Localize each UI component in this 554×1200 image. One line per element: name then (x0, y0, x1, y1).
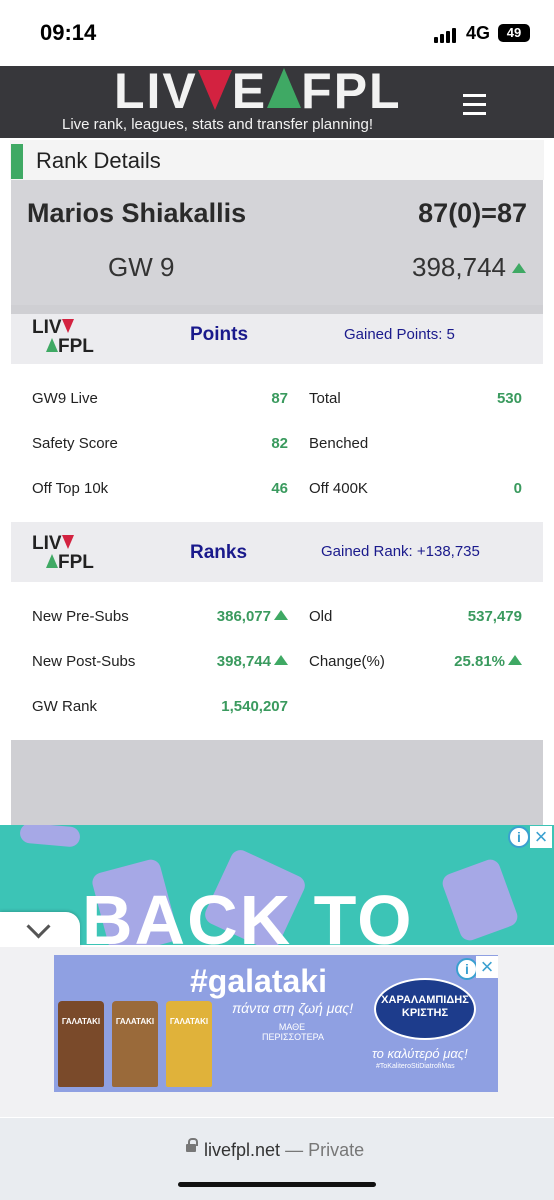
logo-green-triangle-icon (267, 68, 302, 108)
mini-logo-red-icon (61, 535, 74, 549)
up-arrow-icon (274, 655, 288, 665)
product-carton (112, 1001, 158, 1087)
stat-label: Off 400K (309, 480, 368, 497)
stat-value: 530 (496, 390, 522, 407)
ad-tag: #ToKaliteroStiDiatrofiMas (376, 1063, 455, 1070)
stat-value-text: 398,744 (216, 653, 271, 670)
stat-value-text: 386,077 (216, 608, 271, 625)
site-logo[interactable]: LIV E FPL (114, 66, 402, 116)
ad-info-icon[interactable]: i (508, 826, 530, 848)
url-text[interactable]: livefpl.net — Private (204, 1140, 364, 1161)
mini-logo: LIV FPL (32, 534, 94, 572)
manager-name: Marios Shiakallis (27, 198, 247, 228)
stat-value-text: 25.81% (454, 653, 505, 670)
ranks-card-title: Ranks (190, 542, 248, 563)
overall-rank: 398,744 (412, 252, 506, 282)
mini-logo-bottom: FPL (58, 336, 94, 357)
carton-label: ΓΑΛΑΤΑΚΙ (61, 1017, 101, 1026)
mini-logo-green-icon (46, 338, 58, 352)
stat-label: Safety Score (32, 435, 118, 452)
carton-label: ΓΑΛΑΤΑΚΙ (169, 1017, 209, 1026)
ad-brand-logo: ΧΑΡΑΛΑΜΠΙΔΗΣ ΚΡΙΣΤΗΣ (374, 978, 476, 1040)
gained-points: Gained Points: 5 (344, 326, 455, 343)
logo-text-e: E (231, 63, 268, 119)
signal-icon (434, 25, 458, 43)
carton-label: ΓΑΛΑΤΑΚΙ (115, 1017, 155, 1026)
gained-rank: Gained Rank: +138,735 (321, 543, 480, 560)
stat-label: Old (309, 608, 333, 625)
ad-learn-more[interactable]: ΜΑΘΕ ΠΕΡΙΣΣΟΤΕΡΑ (262, 1022, 324, 1042)
ad-close-icon[interactable]: × (476, 956, 498, 978)
mini-logo: LIV FPL (32, 318, 94, 356)
stat-label: Total (309, 390, 341, 407)
url-domain: livefpl.net (204, 1140, 281, 1160)
rank-up-arrow-icon (512, 263, 526, 273)
site-tagline: Live rank, leagues, stats and transfer p… (62, 116, 374, 133)
product-carton (166, 1001, 212, 1087)
mini-logo-bottom: FPL (58, 552, 94, 573)
stat-value: 87 (271, 390, 288, 407)
score-formula: 87(0)=87 (418, 198, 527, 228)
ad-subtitle: πάντα στη ζωή μας! (232, 1000, 354, 1016)
stat-value: 1,540,207 (221, 698, 288, 715)
ad-shape (19, 825, 81, 848)
mini-logo-green-icon (46, 554, 58, 568)
lock-icon (186, 1144, 196, 1152)
mini-logo-top: LIV (32, 317, 62, 338)
stat-label: New Pre-Subs (32, 608, 129, 625)
stat-label: New Post-Subs (32, 653, 136, 670)
network-type: 4G (466, 23, 491, 43)
stat-value: 537,479 (467, 608, 522, 625)
ad-info-icon[interactable]: i (456, 958, 478, 980)
logo-red-triangle-icon (197, 70, 232, 110)
status-time: 09:14 (40, 20, 97, 45)
battery-icon: 49 (498, 24, 530, 42)
ad-hashtag: #galataki (190, 963, 327, 999)
stat-value: 82 (271, 435, 288, 452)
ad-close-icon[interactable]: × (530, 826, 552, 848)
product-carton (58, 1001, 104, 1087)
logo-text-right: FPL (301, 63, 402, 119)
stat-value: 25.81% (400, 653, 522, 670)
url-separator: — (285, 1140, 304, 1160)
ad-slogan: το καλύτερό μας! (372, 1046, 468, 1061)
stat-value: 0 (513, 480, 522, 497)
section-accent-bar (11, 144, 23, 179)
home-indicator[interactable] (178, 1182, 376, 1187)
stat-label: Off Top 10k (32, 480, 109, 497)
stat-label: GW Rank (32, 698, 98, 715)
ad-shape (439, 856, 521, 944)
browsing-mode: Private (308, 1140, 365, 1160)
stat-value: 398,744 (170, 653, 288, 670)
logo-text-left: LIV (114, 63, 198, 119)
hamburger-menu-icon[interactable] (463, 94, 486, 121)
up-arrow-icon (508, 655, 522, 665)
stat-label: GW9 Live (32, 390, 98, 407)
points-card-title: Points (190, 324, 249, 345)
mini-logo-top: LIV (32, 533, 62, 554)
section-title: Rank Details (36, 148, 161, 173)
mini-logo-red-icon (61, 319, 74, 333)
stat-value: 46 (271, 480, 288, 497)
up-arrow-icon (274, 610, 288, 620)
stat-label: Benched (309, 435, 369, 452)
ad-brand-text: ΧΑΡΑΛΑΜΠΙΔΗΣ ΚΡΙΣΤΗΣ (381, 994, 469, 1019)
stat-label: Change(%) (309, 653, 385, 670)
stat-value: 386,077 (170, 608, 288, 625)
gameweek-label: GW 9 (108, 252, 175, 282)
